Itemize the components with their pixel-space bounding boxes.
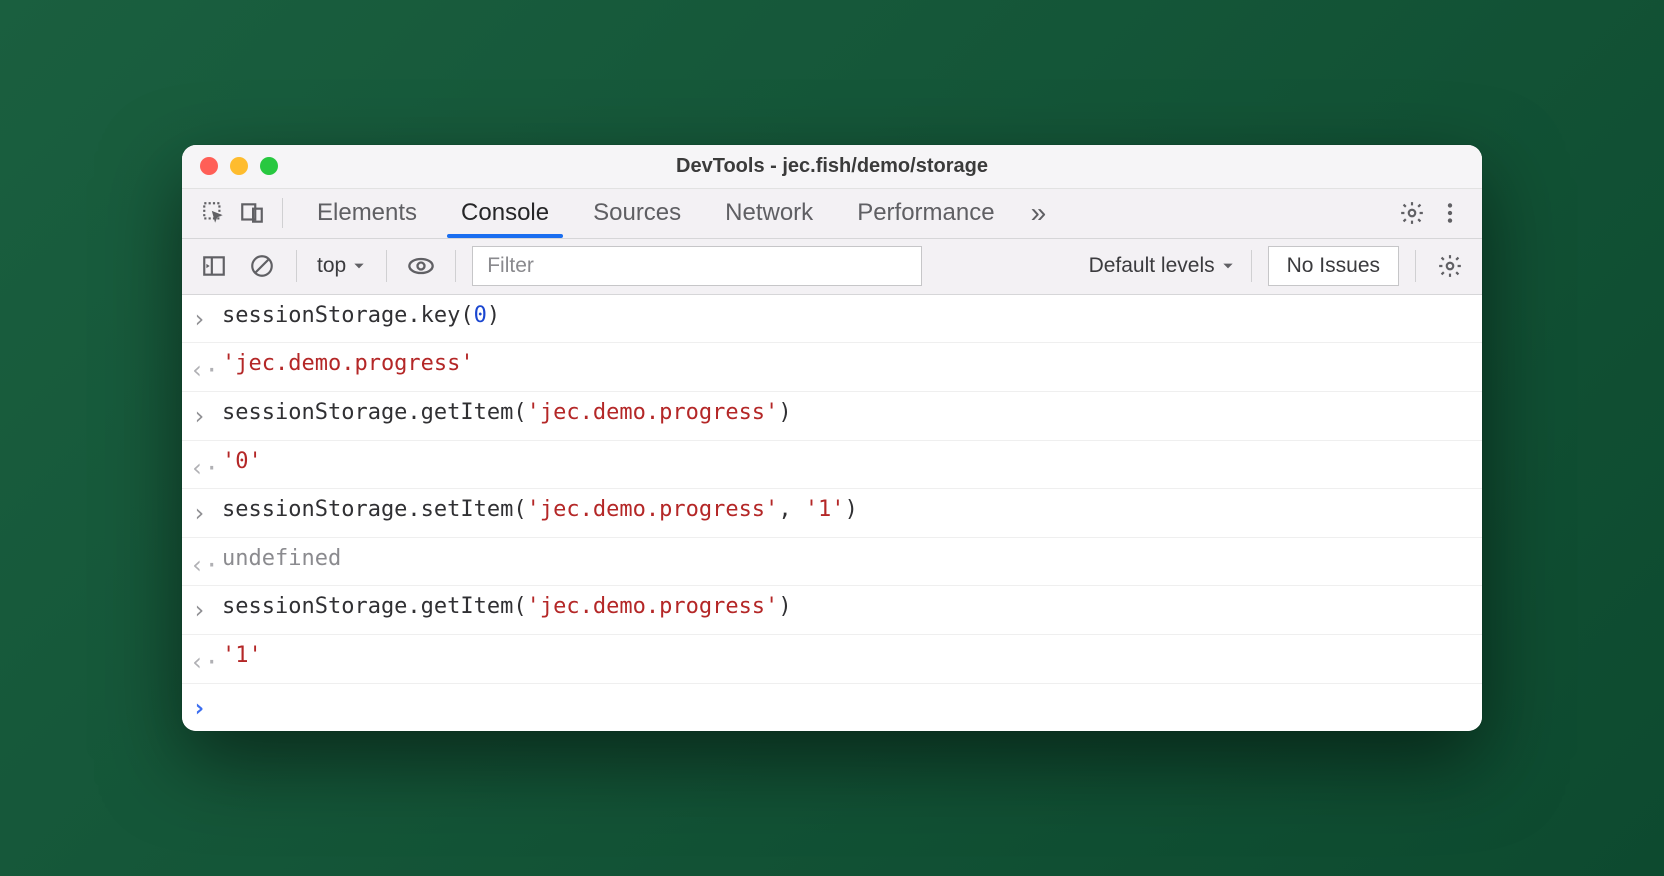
chevron-down-icon — [1221, 259, 1235, 273]
output-arrow-icon: ‹· — [192, 349, 222, 385]
issues-button[interactable]: No Issues — [1268, 246, 1399, 286]
tab-performance[interactable]: Performance — [835, 189, 1016, 238]
console-code: sessionStorage.key(0) — [222, 301, 500, 332]
console-prompt-row[interactable]: › — [182, 684, 1482, 732]
filter-input[interactable] — [472, 246, 922, 286]
console-code: sessionStorage.getItem('jec.demo.progres… — [222, 592, 792, 623]
console-output-row: ‹·'jec.demo.progress' — [182, 343, 1482, 392]
chevron-right-icon: › — [192, 592, 222, 628]
console-filter-bar: top Default levels No Issues — [182, 239, 1482, 295]
chevron-right-icon: › — [192, 301, 222, 337]
devtools-window: DevTools - jec.fish/demo/storage Element… — [182, 145, 1482, 731]
output-arrow-icon: ‹· — [192, 544, 222, 580]
console-code: undefined — [222, 544, 341, 575]
inspect-element-icon[interactable] — [196, 195, 232, 231]
chevron-right-icon: › — [192, 495, 222, 531]
chevron-right-icon: › — [192, 398, 222, 434]
window-title: DevTools - jec.fish/demo/storage — [182, 155, 1482, 178]
more-icon[interactable] — [1432, 195, 1468, 231]
console-settings-icon[interactable] — [1432, 248, 1468, 284]
log-level-selector[interactable]: Default levels — [1089, 254, 1235, 278]
output-arrow-icon: ‹· — [192, 447, 222, 483]
title-bar: DevTools - jec.fish/demo/storage — [182, 145, 1482, 189]
tabs-overflow-button[interactable]: » — [1019, 197, 1059, 229]
tab-network[interactable]: Network — [703, 189, 835, 238]
context-selector[interactable]: top — [313, 254, 370, 278]
console-code: sessionStorage.setItem('jec.demo.progres… — [222, 495, 858, 526]
console-code: '1' — [222, 641, 262, 672]
console-input-row: ›sessionStorage.key(0) — [182, 295, 1482, 344]
console-output-row: ‹·undefined — [182, 538, 1482, 587]
console-output-row: ‹·'1' — [182, 635, 1482, 684]
tab-sources[interactable]: Sources — [571, 189, 703, 238]
clear-console-icon[interactable] — [244, 248, 280, 284]
console-output: ›sessionStorage.key(0)‹·'jec.demo.progre… — [182, 295, 1482, 731]
chevron-down-icon — [352, 259, 366, 273]
tab-elements[interactable]: Elements — [295, 189, 439, 238]
device-toggle-icon[interactable] — [234, 195, 270, 231]
output-arrow-icon: ‹· — [192, 641, 222, 677]
console-output-row: ‹·'0' — [182, 441, 1482, 490]
prompt-chevron-icon: › — [192, 690, 222, 726]
main-toolbar: ElementsConsoleSourcesNetworkPerformance… — [182, 189, 1482, 239]
settings-icon[interactable] — [1394, 195, 1430, 231]
sidebar-toggle-icon[interactable] — [196, 248, 232, 284]
console-input-row: ›sessionStorage.setItem('jec.demo.progre… — [182, 489, 1482, 538]
tab-console[interactable]: Console — [439, 189, 571, 238]
tabs: ElementsConsoleSourcesNetworkPerformance — [295, 189, 1017, 238]
console-code: 'jec.demo.progress' — [222, 349, 474, 380]
console-code: '0' — [222, 447, 262, 478]
console-code: sessionStorage.getItem('jec.demo.progres… — [222, 398, 792, 429]
log-level-label: Default levels — [1089, 254, 1215, 278]
context-label: top — [317, 254, 346, 278]
console-input-row: ›sessionStorage.getItem('jec.demo.progre… — [182, 586, 1482, 635]
console-input-row: ›sessionStorage.getItem('jec.demo.progre… — [182, 392, 1482, 441]
live-expression-icon[interactable] — [403, 248, 439, 284]
